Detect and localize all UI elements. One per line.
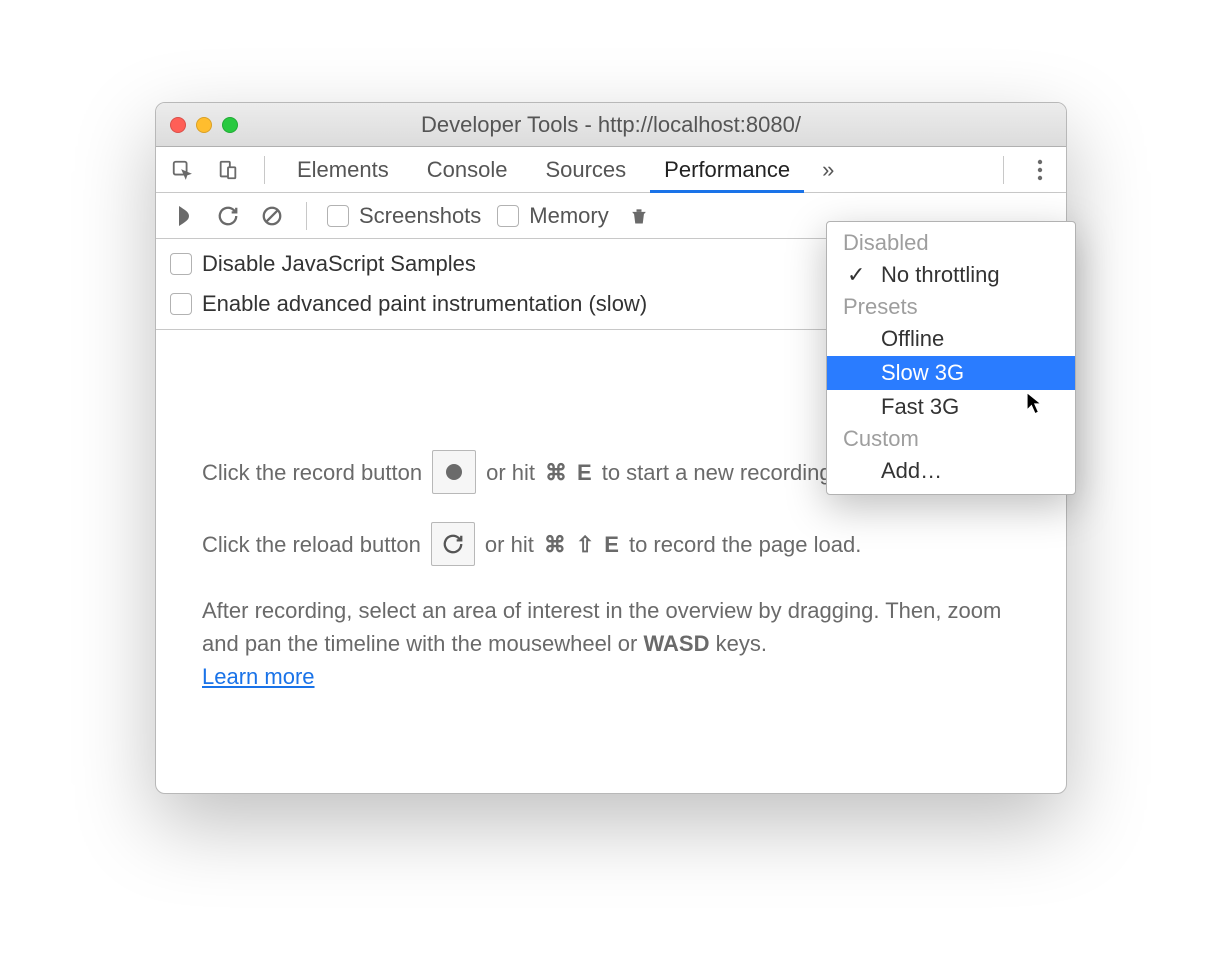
dropdown-section-custom: Custom — [827, 424, 1075, 454]
dropdown-item-label: Slow 3G — [881, 360, 964, 385]
tab-sources[interactable]: Sources — [535, 147, 636, 192]
record-dot-icon — [446, 464, 462, 480]
checkbox-icon — [497, 205, 519, 227]
checkbox-label: Enable advanced paint instrumentation (s… — [202, 291, 647, 317]
tab-label: Sources — [545, 157, 626, 183]
hint-text: keys. — [709, 631, 766, 656]
tab-elements[interactable]: Elements — [287, 147, 399, 192]
no-entry-icon[interactable] — [258, 202, 286, 230]
dropdown-item-offline[interactable]: Offline — [827, 322, 1075, 356]
checkbox-icon — [327, 205, 349, 227]
reload-button[interactable] — [431, 522, 475, 566]
instruction-text: or hit — [485, 528, 534, 561]
minimize-icon[interactable] — [196, 117, 212, 133]
kbd-cmd: ⌘ — [544, 528, 566, 561]
dropdown-item-label: Offline — [881, 326, 944, 351]
checkbox-icon — [170, 293, 192, 315]
divider — [1003, 156, 1004, 184]
dropdown-item-label: Fast 3G — [881, 394, 959, 419]
maximize-icon[interactable] — [222, 117, 238, 133]
tab-label: Performance — [664, 157, 790, 183]
hint-text: After recording, select an area of inter… — [202, 598, 1001, 656]
checkbox-label: Memory — [529, 203, 608, 229]
close-icon[interactable] — [170, 117, 186, 133]
kbd-e: E — [577, 456, 592, 489]
tab-label: Elements — [297, 157, 389, 183]
kbd-cmd: ⌘ — [545, 456, 567, 489]
instruction-text: to start a new recording. — [602, 456, 838, 489]
dropdown-item-label: No throttling — [881, 262, 1000, 287]
tabs-overflow[interactable]: » — [818, 147, 838, 192]
devtools-window: Developer Tools - http://localhost:8080/… — [155, 102, 1067, 794]
dropdown-item-add[interactable]: Add… — [827, 454, 1075, 488]
network-throttle-dropdown: Disabled ✓ No throttling Presets Offline… — [826, 221, 1076, 495]
hint-paragraph: After recording, select an area of inter… — [202, 594, 1020, 693]
memory-checkbox[interactable]: Memory — [497, 203, 608, 229]
kbd-e: E — [604, 528, 619, 561]
checkbox-label: Disable JavaScript Samples — [202, 251, 476, 277]
checkbox-icon — [170, 253, 192, 275]
instruction-text: Click the record button — [202, 456, 422, 489]
trash-icon[interactable] — [625, 202, 653, 230]
record-button[interactable] — [432, 450, 476, 494]
window-title: Developer Tools - http://localhost:8080/ — [156, 112, 1066, 138]
record-icon[interactable] — [170, 202, 198, 230]
inspect-icon[interactable] — [168, 156, 196, 184]
divider — [264, 156, 265, 184]
titlebar: Developer Tools - http://localhost:8080/ — [156, 103, 1066, 147]
tab-bar: Elements Console Sources Performance » — [156, 147, 1066, 193]
check-icon: ✓ — [847, 262, 865, 288]
hint-bold: WASD — [643, 631, 709, 656]
learn-more-link[interactable]: Learn more — [202, 664, 315, 689]
instruction-text: to record the page load. — [629, 528, 861, 561]
more-icon[interactable] — [1026, 156, 1054, 184]
kbd-shift: ⇧ — [576, 528, 594, 561]
device-toggle-icon[interactable] — [214, 156, 242, 184]
reload-instruction: Click the reload button or hit ⌘ ⇧ E to … — [202, 522, 1020, 566]
enable-paint-checkbox[interactable]: Enable advanced paint instrumentation (s… — [170, 291, 647, 317]
dropdown-item-label: Add… — [881, 458, 942, 483]
traffic-lights — [170, 117, 238, 133]
dropdown-section-disabled: Disabled — [827, 228, 1075, 258]
disable-js-checkbox[interactable]: Disable JavaScript Samples — [170, 251, 476, 277]
dropdown-item-no-throttling[interactable]: ✓ No throttling — [827, 258, 1075, 292]
tab-performance[interactable]: Performance — [654, 147, 800, 192]
tab-console[interactable]: Console — [417, 147, 518, 192]
tab-label: Console — [427, 157, 508, 183]
dropdown-item-fast-3g[interactable]: Fast 3G — [827, 390, 1075, 424]
screenshots-checkbox[interactable]: Screenshots — [327, 203, 481, 229]
instruction-text: or hit — [486, 456, 535, 489]
instruction-text: Click the reload button — [202, 528, 421, 561]
dropdown-section-presets: Presets — [827, 292, 1075, 322]
dropdown-item-slow-3g[interactable]: Slow 3G — [827, 356, 1075, 390]
checkbox-label: Screenshots — [359, 203, 481, 229]
reload-icon[interactable] — [214, 202, 242, 230]
overflow-label: » — [822, 157, 834, 183]
divider — [306, 202, 307, 230]
